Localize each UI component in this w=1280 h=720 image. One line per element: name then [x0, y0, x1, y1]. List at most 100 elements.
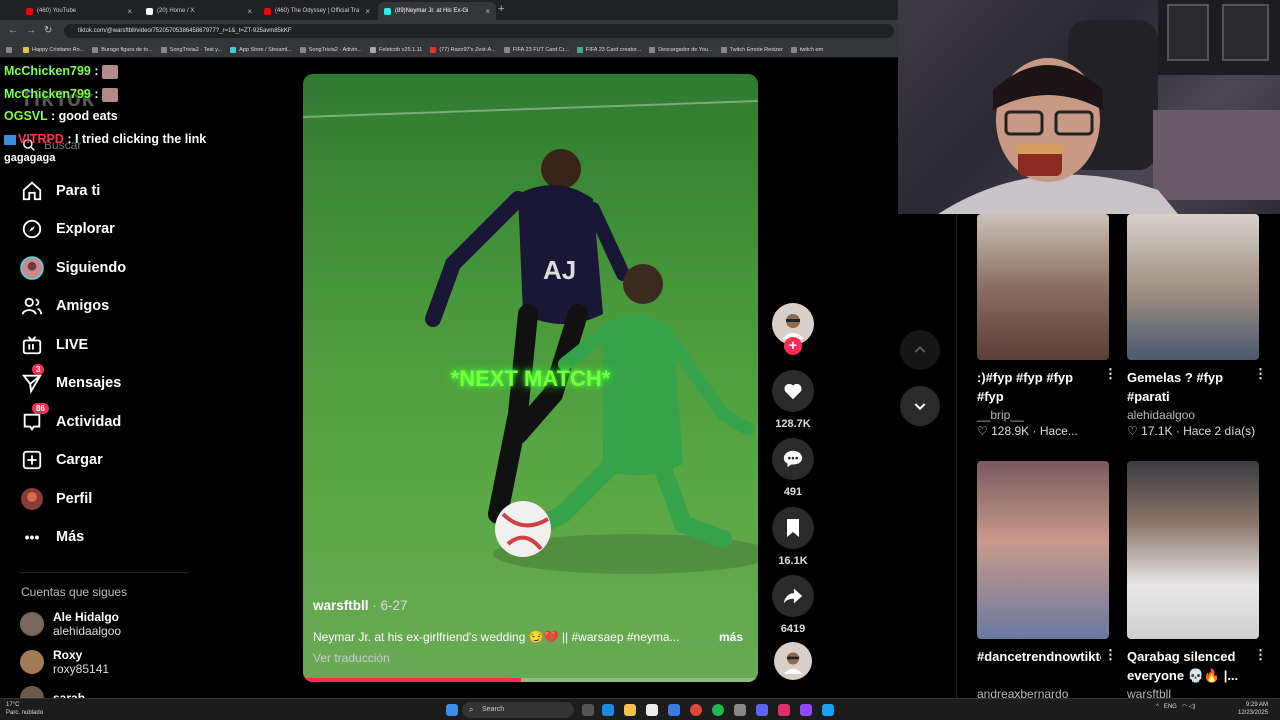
close-icon[interactable]: × — [127, 7, 132, 16]
close-icon[interactable]: × — [247, 7, 252, 16]
browser-tab[interactable]: (460) YouTube × — [20, 2, 138, 20]
previous-video-button[interactable] — [900, 330, 940, 370]
nav-actividad[interactable]: 86 Actividad — [20, 403, 121, 435]
twitch-icon[interactable] — [800, 704, 812, 716]
emote-icon — [102, 64, 118, 79]
send-icon: 3 — [20, 364, 45, 395]
save-button[interactable]: 16.1K — [772, 507, 814, 567]
app-icon[interactable] — [778, 704, 790, 716]
video-thumbnail — [1127, 214, 1259, 360]
video-card[interactable]: :)#fyp #fyp #fyp #fyp ⋮ __brip__ ♡ 128.9… — [977, 214, 1117, 438]
nav-explorar[interactable]: Explorar — [20, 216, 115, 242]
obs-icon[interactable] — [734, 704, 746, 716]
video-overlay-text: *NEXT MATCH* — [450, 366, 611, 391]
bookmark[interactable]: SongTrivia2 - Test y... — [160, 46, 222, 53]
edge-icon[interactable] — [602, 704, 614, 716]
more-options-icon[interactable]: ⋮ — [1254, 647, 1267, 663]
discord-icon[interactable] — [756, 704, 768, 716]
close-icon[interactable]: × — [365, 7, 370, 16]
emote-icon — [102, 87, 118, 102]
share-button[interactable]: 6419 — [772, 575, 814, 635]
back-icon[interactable]: ← — [8, 25, 18, 36]
bookmark[interactable]: FIFA 23 FUT Card Cr... — [503, 46, 569, 53]
video-author[interactable]: warsftbll · 6-27 — [313, 598, 408, 613]
spotify-icon[interactable] — [712, 704, 724, 716]
youtube-favicon-icon — [26, 7, 33, 15]
more-button[interactable]: más — [719, 630, 743, 644]
svg-text:AJ: AJ — [543, 255, 576, 285]
video-caption: Neymar Jr. at his ex-girlfriend's weddin… — [313, 630, 743, 644]
bookmark[interactable]: twitch em — [790, 46, 823, 53]
bookmark[interactable]: (77) Razo97's Zest-A... — [430, 46, 496, 53]
comment-count: 491 — [783, 486, 803, 498]
steam-icon[interactable] — [822, 704, 834, 716]
apps-icon[interactable] — [6, 46, 15, 53]
follow-plus-icon[interactable]: + — [784, 337, 802, 355]
nav-para-ti[interactable]: Para ti — [20, 178, 100, 204]
browser-tab[interactable]: (460) The Odyssey | Official Tra × — [258, 2, 376, 20]
nav-siguiendo[interactable]: Siguiendo — [20, 255, 126, 281]
nav-mas[interactable]: ••• Más — [20, 524, 85, 550]
nav-amigos[interactable]: Amigos — [20, 293, 109, 319]
nav-perfil[interactable]: Perfil — [20, 486, 92, 512]
comment-button[interactable]: 491 — [772, 438, 814, 498]
file-explorer-icon[interactable] — [624, 704, 636, 716]
forward-icon[interactable]: → — [26, 25, 36, 36]
video-thumbnail — [977, 461, 1109, 639]
sound-disc-button[interactable] — [772, 642, 814, 680]
more-icon: ••• — [24, 529, 40, 545]
browser-tab-active[interactable]: (89)Neymar Jr. at His Ex-Gi × — [378, 2, 496, 20]
weather-widget[interactable]: 17°C Parc. nublado — [6, 701, 43, 717]
bookmark[interactable]: Feletcob v25.1.11 — [370, 46, 422, 53]
taskbar-search[interactable]: ⌕ Search — [462, 702, 574, 718]
browser-tab[interactable]: (20) Home / X × — [140, 2, 258, 20]
music-disc-icon — [774, 642, 812, 680]
following-account[interactable]: Ale Hidalgo alehidaalgoo — [20, 610, 121, 638]
wifi-icon[interactable]: ◠ — [1182, 704, 1187, 710]
creator-avatar-button[interactable]: + — [772, 303, 814, 355]
more-options-icon[interactable]: ⋮ — [1254, 366, 1267, 382]
mail-icon[interactable] — [668, 704, 680, 716]
bookmark[interactable]: Burago figura de to... — [92, 46, 153, 53]
start-icon[interactable] — [446, 704, 458, 716]
video-card[interactable]: ⋮ Qarabag silenced everyone 💀🔥 |... wars… — [1127, 461, 1267, 701]
bookmark[interactable]: Descargador de You... — [649, 46, 713, 53]
video-player[interactable]: AJ *NEXT MATCH* warsftbll · 6-27 Neymar … — [303, 74, 758, 682]
chevron-up-icon[interactable]: ^ — [1156, 704, 1159, 710]
next-video-button[interactable] — [900, 386, 940, 426]
chat-message: OGSVL : good eats — [4, 109, 118, 123]
translate-link[interactable]: Ver traducción — [313, 651, 390, 665]
live-tv-icon — [20, 333, 44, 357]
bookmark[interactable]: App Store / Streaml... — [230, 46, 292, 53]
chrome-icon[interactable] — [690, 704, 702, 716]
share-count: 6419 — [780, 623, 806, 635]
bookmark[interactable]: Happy Cristiano Ro... — [23, 46, 84, 53]
video-progress-bar[interactable] — [303, 678, 758, 682]
home-icon — [20, 179, 44, 203]
video-thumbnail — [1127, 461, 1259, 639]
inbox-icon: 86 — [20, 403, 49, 434]
avatar — [20, 650, 44, 674]
new-tab-button[interactable]: + — [498, 3, 504, 15]
nav-mensajes[interactable]: 3 Mensajes — [20, 364, 121, 396]
video-card[interactable]: ⋮ #dancetrendnowtiktok... andreaxbernard… — [977, 461, 1117, 701]
bookmark[interactable]: FIFA 23 Card creator... — [576, 46, 641, 53]
reload-icon[interactable]: ↻ — [44, 25, 52, 36]
more-options-icon[interactable]: ⋮ — [1104, 647, 1117, 663]
taskbar-clock[interactable]: 9:29 AM 12/23/2025 — [1238, 701, 1268, 717]
url-field[interactable]: tiktok.com/@warsftbll/video/752057053864… — [64, 24, 894, 38]
bookmark[interactable]: SongTrivia2 - Adivin... — [299, 46, 362, 53]
video-card[interactable]: Gemelas ? #fyp #parati ⋮ alehidaalgoo ♡ … — [1127, 214, 1267, 438]
task-view-icon[interactable] — [582, 704, 594, 716]
close-icon[interactable]: × — [485, 7, 490, 16]
like-button[interactable]: 128.7K — [772, 370, 814, 430]
bookmark[interactable]: Twitch Emote Resizer — [720, 46, 783, 53]
store-icon[interactable] — [646, 704, 658, 716]
system-tray[interactable]: ^ ENG ◠ ◁) — [1156, 703, 1195, 710]
nav-live[interactable]: LIVE — [20, 332, 88, 358]
following-account[interactable]: Roxy roxy85141 — [20, 648, 109, 676]
avatar — [20, 612, 44, 636]
more-options-icon[interactable]: ⋮ — [1104, 366, 1117, 382]
volume-icon[interactable]: ◁) — [1189, 704, 1196, 710]
nav-cargar[interactable]: Cargar — [20, 447, 103, 473]
